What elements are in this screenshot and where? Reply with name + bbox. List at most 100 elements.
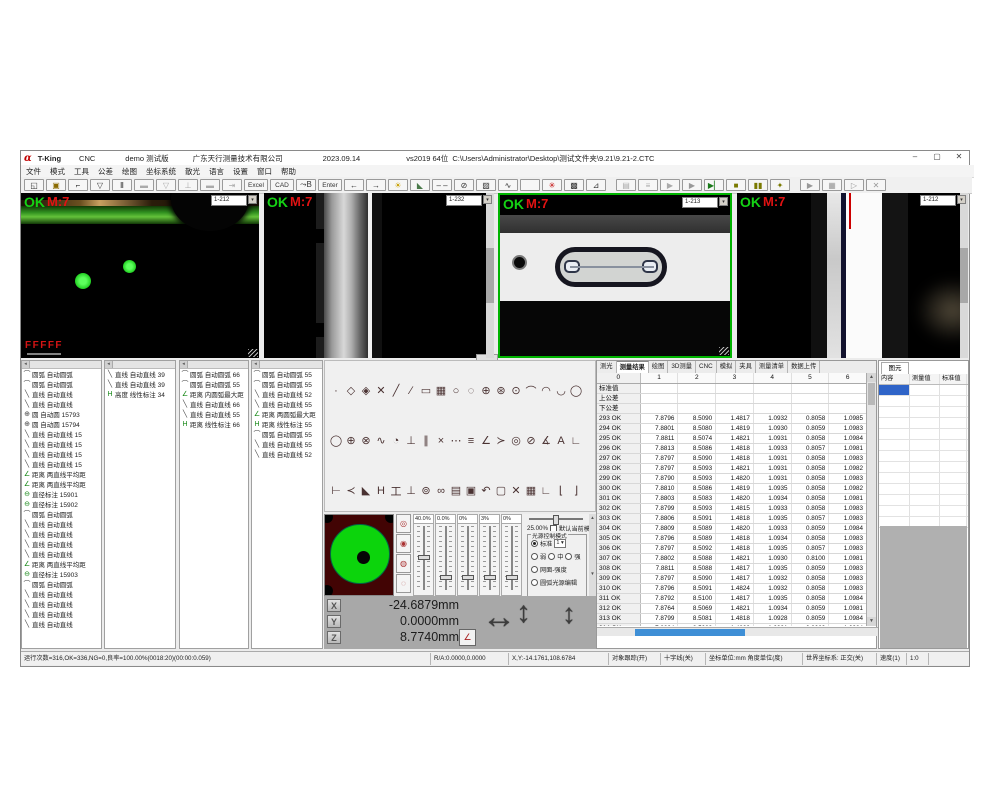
- primitives-row[interactable]: [879, 473, 968, 484]
- region-pick2-tool-icon[interactable]: ◈: [359, 383, 373, 398]
- corner-dist2-tool-icon[interactable]: ◣: [359, 483, 373, 498]
- table-row[interactable]: 303 OK7.88068.50911.48181.09350.80571.09…: [597, 514, 867, 524]
- camera-1-select-arrow-icon[interactable]: ▾: [248, 195, 257, 204]
- light-slider-thumb[interactable]: [506, 575, 518, 580]
- parallel-lines-tool-icon[interactable]: ≡: [464, 433, 478, 448]
- list-item[interactable]: ╲直线 自动直线: [22, 529, 101, 539]
- cross-measure-tool-icon[interactable]: ×: [434, 433, 448, 448]
- light-panel-scrollbar[interactable]: ▲▼: [589, 514, 596, 596]
- list-item[interactable]: ⌒圆弧 自动圆弧 55: [252, 379, 322, 389]
- camera-pane-4[interactable]: OK M:7 1-212 ▾: [737, 193, 968, 358]
- list-item[interactable]: ╲直线 自动直线: [22, 549, 101, 559]
- block-down-button[interactable]: ▬: [200, 179, 220, 191]
- list-item[interactable]: ⌒圆弧 自动圆弧 55: [252, 429, 322, 439]
- probe-button[interactable]: ▽: [90, 179, 110, 191]
- menu-item[interactable]: 窗口: [257, 166, 272, 177]
- undo-feature-tool-icon[interactable]: ↶: [479, 483, 493, 498]
- list-item[interactable]: ⌒圆弧 自动圆弧 66: [180, 369, 248, 379]
- menu-item[interactable]: 语言: [209, 166, 224, 177]
- menu-item[interactable]: 工具: [74, 166, 89, 177]
- menu-item[interactable]: 文件: [26, 166, 41, 177]
- menu-item[interactable]: 设置: [233, 166, 248, 177]
- tab-模拟[interactable]: 模拟: [717, 361, 737, 373]
- ring-light-preview[interactable]: [324, 514, 394, 596]
- plot-button[interactable]: ∠: [459, 629, 476, 646]
- light-bulb-button[interactable]: ☀: [388, 179, 408, 191]
- list-item[interactable]: ╲直线 自动直线: [22, 539, 101, 549]
- chart-button[interactable]: ⊿: [586, 179, 606, 191]
- gray-block-button[interactable]: ▬: [134, 179, 154, 191]
- z-axis-icon[interactable]: Z: [327, 631, 341, 644]
- primitives-row[interactable]: [879, 506, 968, 517]
- list-item[interactable]: ╲直线 自动直线: [22, 589, 101, 599]
- run-button[interactable]: ✦: [770, 179, 790, 191]
- excel-export-button[interactable]: Excel: [244, 179, 268, 191]
- pause-button[interactable]: ▮▮: [748, 179, 768, 191]
- primitives-row[interactable]: [879, 407, 968, 418]
- coord-y-tool-icon[interactable]: ⌊: [554, 483, 568, 498]
- arc-tool-icon[interactable]: ⌒: [524, 383, 538, 398]
- table-row[interactable]: 314 OK7.88048.50881.48201.09310.80691.09…: [597, 624, 867, 626]
- play-gray-button[interactable]: ▶: [682, 179, 702, 191]
- jog-vertical-arrows-icon[interactable]: ↕: [516, 596, 531, 630]
- tab-夹具[interactable]: 夹具: [736, 361, 756, 373]
- list-item[interactable]: H距离 线性标注 66: [180, 419, 248, 429]
- table-row[interactable]: 304 OK7.88098.50891.48201.09330.80591.09…: [597, 524, 867, 534]
- menu-item[interactable]: 绘图: [122, 166, 137, 177]
- tab-primitives[interactable]: 图元: [881, 362, 909, 374]
- profile-wave-button[interactable]: ∿: [498, 179, 518, 191]
- list-item[interactable]: ╲直线 自动直线 52: [252, 389, 322, 399]
- width-tool-icon[interactable]: ⊢: [329, 483, 343, 498]
- cross-cut-tool-icon[interactable]: ✕: [374, 383, 388, 398]
- radio-弱[interactable]: [531, 553, 538, 560]
- tab-测量结果[interactable]: 测量结果: [617, 361, 649, 373]
- menu-item[interactable]: 坐标系统: [146, 166, 176, 177]
- radio-网面-强度[interactable]: [531, 566, 538, 573]
- list-item[interactable]: ╲直线 自动直线 15: [22, 429, 101, 439]
- tab-绘图[interactable]: 绘图: [649, 361, 669, 373]
- list-item[interactable]: ∠距离 两直线平均距: [22, 479, 101, 489]
- circle-cut-tool-icon[interactable]: ⊘: [524, 433, 538, 448]
- primitives-row[interactable]: [879, 396, 968, 407]
- ring-light-circle[interactable]: [330, 524, 390, 584]
- circle-tool-icon[interactable]: ○: [449, 383, 463, 398]
- play2-gray-button[interactable]: ▶: [800, 179, 820, 191]
- height-h-tool-icon[interactable]: H: [374, 483, 388, 498]
- blank-button[interactable]: [520, 179, 540, 191]
- laser-star-button[interactable]: ✳: [542, 179, 562, 191]
- radio-强[interactable]: [565, 553, 572, 560]
- height-i-tool-icon[interactable]: 工: [389, 483, 403, 498]
- report-button[interactable]: ⤳B: [296, 179, 316, 191]
- focus-slope-button[interactable]: ◣: [410, 179, 430, 191]
- primitives-row[interactable]: [879, 484, 968, 495]
- corner-dist-tool-icon[interactable]: ≺: [344, 483, 358, 498]
- table-row[interactable]: 298 OK7.87978.50931.48211.09310.80581.09…: [597, 464, 867, 474]
- height-t-tool-icon[interactable]: ⊥: [404, 483, 418, 498]
- primitives-row[interactable]: [879, 385, 968, 396]
- table-row[interactable]: 313 OK7.87998.50811.48181.09280.80591.09…: [597, 614, 867, 624]
- list-item[interactable]: ╲直线 自动直线 15: [22, 449, 101, 459]
- angle-vertex-tool-icon[interactable]: ∟: [569, 433, 583, 448]
- camera-3-resize-grip[interactable]: [719, 347, 729, 355]
- list-item[interactable]: ╲直线 自动直线: [22, 519, 101, 529]
- menu-item[interactable]: 模式: [50, 166, 65, 177]
- light-slider-thumb[interactable]: [418, 555, 430, 560]
- ellipse2-tool-icon[interactable]: ◯: [329, 433, 343, 448]
- list-item[interactable]: ⊖直径标注 15901: [22, 489, 101, 499]
- camera-pane-2[interactable]: OK M:7 1-232 ▾: [264, 193, 494, 358]
- list-item[interactable]: ⌒圆弧 自动圆弧: [22, 369, 101, 379]
- line-fit-tool-icon[interactable]: ∕: [404, 383, 418, 398]
- list-item[interactable]: ⌒圆弧 自动圆弧 55: [180, 379, 248, 389]
- open-program-button[interactable]: ▣: [46, 179, 66, 191]
- table-row[interactable]: 311 OK7.87928.51001.48171.09350.80581.09…: [597, 594, 867, 604]
- text-tool-icon[interactable]: A: [554, 433, 568, 448]
- angle-2line-tool-icon[interactable]: ∠: [479, 433, 493, 448]
- zoom-tool-button[interactable]: ⊘: [454, 179, 474, 191]
- camera-1-resize-grip[interactable]: [248, 349, 258, 357]
- keyboard-input-tool-icon[interactable]: ▤: [449, 483, 463, 498]
- table-row[interactable]: 294 OK7.88018.50801.48191.09300.80591.09…: [597, 424, 867, 434]
- circle-scan-tool-icon[interactable]: ⊕: [479, 383, 493, 398]
- play-to-end-button[interactable]: ▶▏: [704, 179, 724, 191]
- list-scrollbar[interactable]: ◂: [22, 361, 101, 369]
- jog-z-arrows-icon[interactable]: ↕: [562, 598, 576, 630]
